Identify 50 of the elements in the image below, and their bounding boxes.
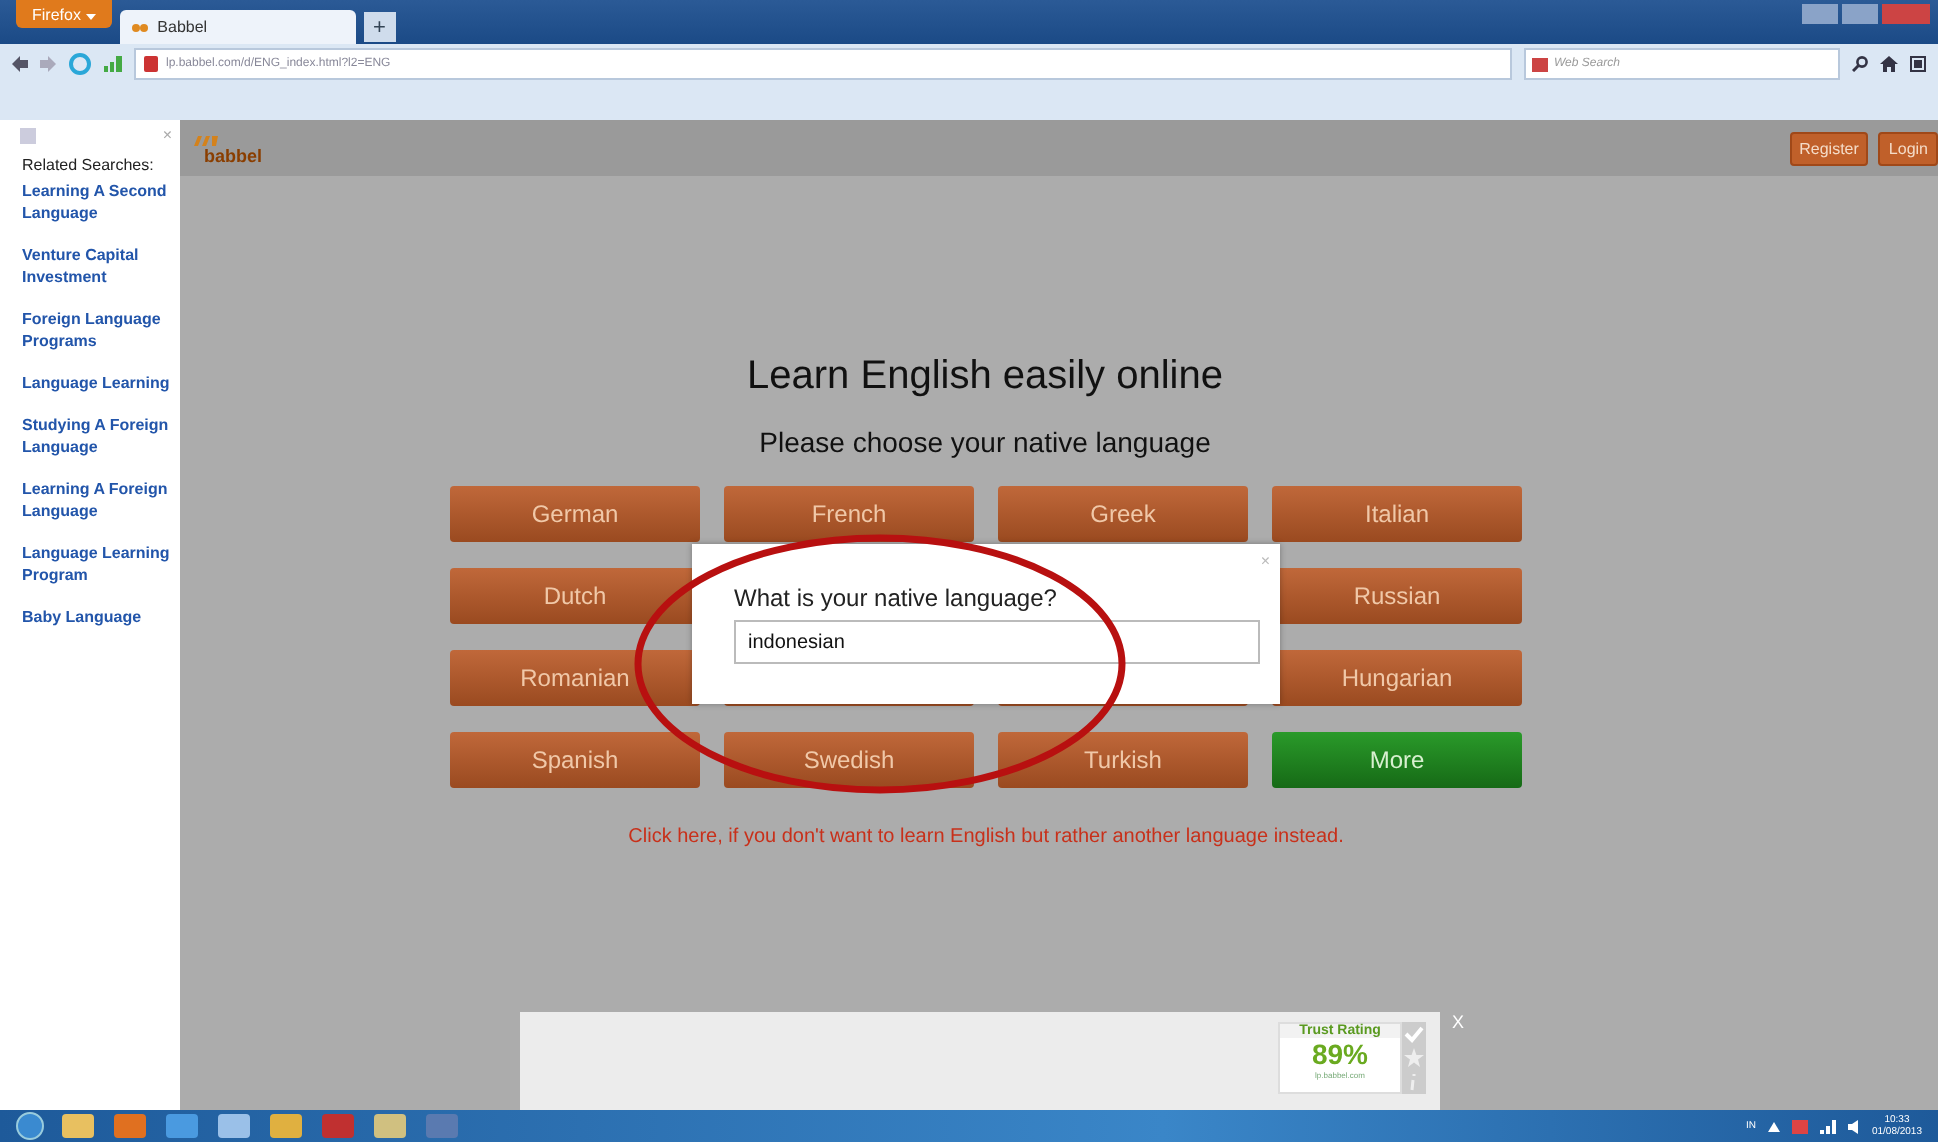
trust-rating-score: 89%	[1311, 1038, 1369, 1070]
related-search-link[interactable]: Language Learning	[22, 372, 172, 394]
start-icon[interactable]	[16, 1112, 44, 1140]
tray-arrow-icon[interactable]	[1767, 1121, 1780, 1131]
more-button[interactable]: More	[1272, 732, 1522, 788]
language-button[interactable]: Italian	[1272, 486, 1522, 542]
browser-tab[interactable]: Babbel	[119, 10, 356, 44]
star-icon[interactable]	[1404, 1048, 1424, 1068]
dialog-close-button[interactable]: ×	[1260, 552, 1270, 570]
caret-icon	[85, 13, 96, 19]
language-button[interactable]: Romanian	[450, 650, 700, 706]
quote-icon	[192, 133, 220, 147]
sidebar-title: Related Searches:	[22, 156, 156, 174]
language-button[interactable]: Hungarian	[1272, 650, 1522, 706]
language-input[interactable]: indonesian	[734, 620, 1260, 664]
language-button[interactable]: French	[724, 486, 974, 542]
language-button[interactable]: German	[450, 486, 700, 542]
page-heading: Learn English easily online	[745, 354, 1225, 400]
forward-icon[interactable]	[40, 56, 56, 72]
window-icon[interactable]	[1910, 56, 1926, 72]
home-icon[interactable]	[1880, 56, 1898, 72]
network-icon[interactable]	[1819, 1119, 1836, 1133]
related-search-link[interactable]: Studying A Foreign Language	[22, 414, 172, 458]
related-search-link[interactable]: Learning A Second Language	[22, 180, 172, 224]
language-button[interactable]: Greek	[998, 486, 1248, 542]
header-button[interactable]: Login	[1878, 131, 1938, 165]
language-button[interactable]: Turkish	[998, 732, 1248, 788]
check-icon[interactable]	[1404, 1024, 1424, 1044]
firefox-menu-button[interactable]: Firefox	[16, 0, 112, 28]
related-search-link[interactable]: Baby Language	[22, 606, 172, 628]
related-search-link[interactable]: Learning A Foreign Language	[22, 478, 172, 522]
back-icon[interactable]	[12, 56, 28, 72]
ring-icon[interactable]	[68, 52, 92, 76]
language-button[interactable]: Swedish	[724, 732, 974, 788]
new-tab-button[interactable]: +	[363, 12, 396, 42]
page-subheading: Please choose your native language	[757, 426, 1213, 458]
related-search-link[interactable]: Foreign Language Programs	[22, 308, 172, 352]
header-button[interactable]: Register	[1789, 131, 1869, 165]
ad-close-button[interactable]: X	[1451, 1012, 1464, 1032]
speaker-icon[interactable]	[1847, 1119, 1860, 1133]
language-button[interactable]: Spanish	[450, 732, 700, 788]
related-search-link[interactable]: Language Learning Program	[22, 542, 172, 586]
babbel-logo[interactable]: babbel	[192, 133, 263, 163]
other-language-link[interactable]: Click here, if you don't want to learn English but rather another language instead.	[406, 826, 1566, 848]
search-icon[interactable]	[1852, 56, 1868, 72]
dialog-question: What is your native language?	[734, 584, 1059, 612]
related-search-link[interactable]: Venture Capital Investment	[22, 244, 172, 288]
close-button[interactable]: ×	[162, 126, 172, 144]
signal-icon	[104, 56, 122, 72]
favicon-icon	[131, 20, 152, 34]
